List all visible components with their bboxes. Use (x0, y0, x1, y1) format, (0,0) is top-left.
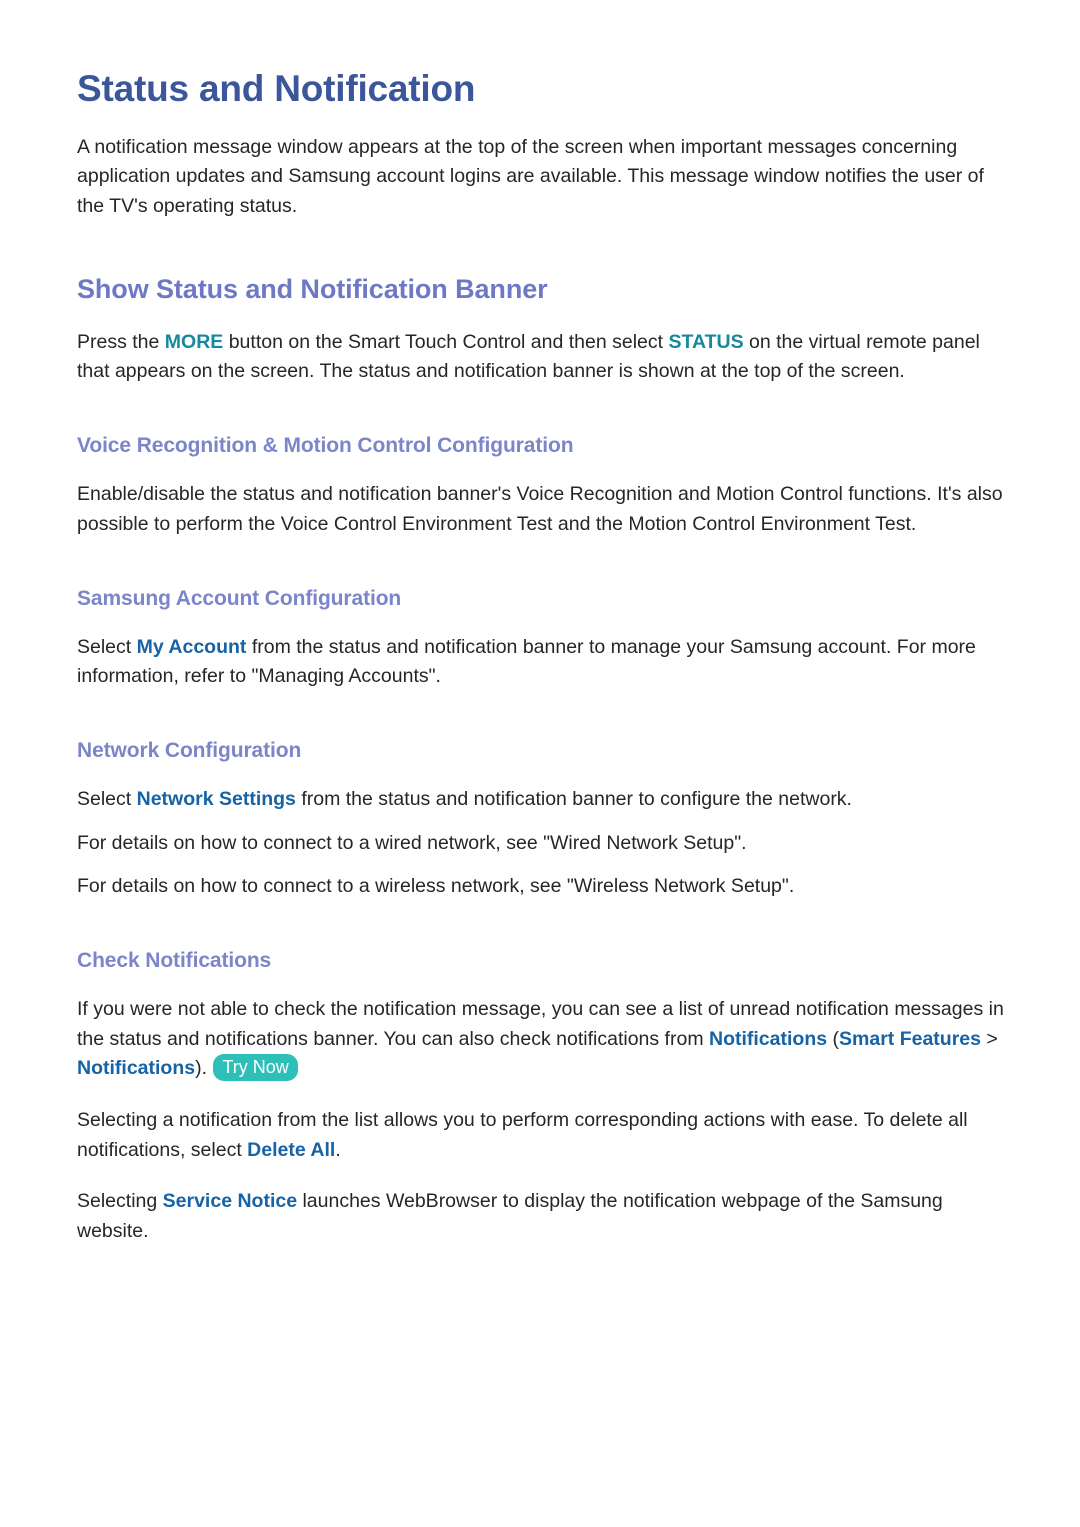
delete-all-reference: Delete All (247, 1138, 336, 1161)
notifications-reference: Notifications (708, 1027, 828, 1050)
check-notifications-paragraph-3: Selecting Service Notice launches WebBro… (77, 1187, 1010, 1246)
network-config-text-after: from the status and notification banner … (295, 788, 852, 811)
path-chevron-separator: > (980, 1027, 998, 1050)
section-heading-show-status-banner: Show Status and Notification Banner (77, 274, 548, 305)
section-intro-paragraph: Press the MORE button on the Smart Touch… (77, 328, 1010, 387)
path-close-paren: ). (195, 1057, 213, 1080)
smart-features-reference: Smart Features (839, 1027, 981, 1050)
voice-motion-config-paragraph: Enable/disable the status and notificati… (77, 483, 1003, 535)
path-open-paren: ( (827, 1027, 839, 1050)
service-notice-reference: Service Notice (162, 1190, 298, 1213)
service-notice-text-before: Selecting (77, 1190, 163, 1213)
status-button-reference: STATUS (668, 330, 744, 353)
page-title: Status and Notification (77, 68, 476, 109)
section-intro-text-between: button on the Smart Touch Control and th… (223, 330, 669, 353)
section-intro-text-before-more: Press the (77, 330, 165, 353)
subsection-heading-samsung-account-config: Samsung Account Configuration (77, 586, 402, 610)
network-config-text-before: Select (77, 788, 137, 811)
wired-network-paragraph: For details on how to connect to a wired… (77, 831, 747, 854)
subsection-heading-check-notifications: Check Notifications (77, 949, 272, 972)
network-config-paragraph: Select Network Settings from the status … (77, 785, 1010, 815)
samsung-account-text-before: Select (77, 635, 137, 658)
subsection-heading-voice-motion-config: Voice Recognition & Motion Control Confi… (77, 434, 574, 458)
delete-all-text-before: Selecting a notification from the list a… (77, 1109, 968, 1161)
network-settings-reference: Network Settings (136, 788, 296, 811)
samsung-account-config-paragraph: Select My Account from the status and no… (77, 633, 1010, 692)
check-notifications-paragraph-1: If you were not able to check the notifi… (77, 995, 1010, 1084)
intro-paragraph: A notification message window appears at… (77, 135, 984, 217)
try-now-badge[interactable]: Try Now (213, 1054, 298, 1082)
document-page: Status and Notification A notification m… (0, 0, 1080, 1527)
my-account-reference: My Account (136, 635, 247, 658)
notifications-reference-2: Notifications (77, 1057, 196, 1080)
delete-all-text-after: . (335, 1138, 341, 1161)
subsection-heading-network-config: Network Configuration (77, 738, 302, 762)
more-button-reference: MORE (164, 330, 224, 353)
wireless-network-paragraph: For details on how to connect to a wirel… (77, 875, 795, 898)
check-notifications-paragraph-2: Selecting a notification from the list a… (77, 1106, 1010, 1165)
